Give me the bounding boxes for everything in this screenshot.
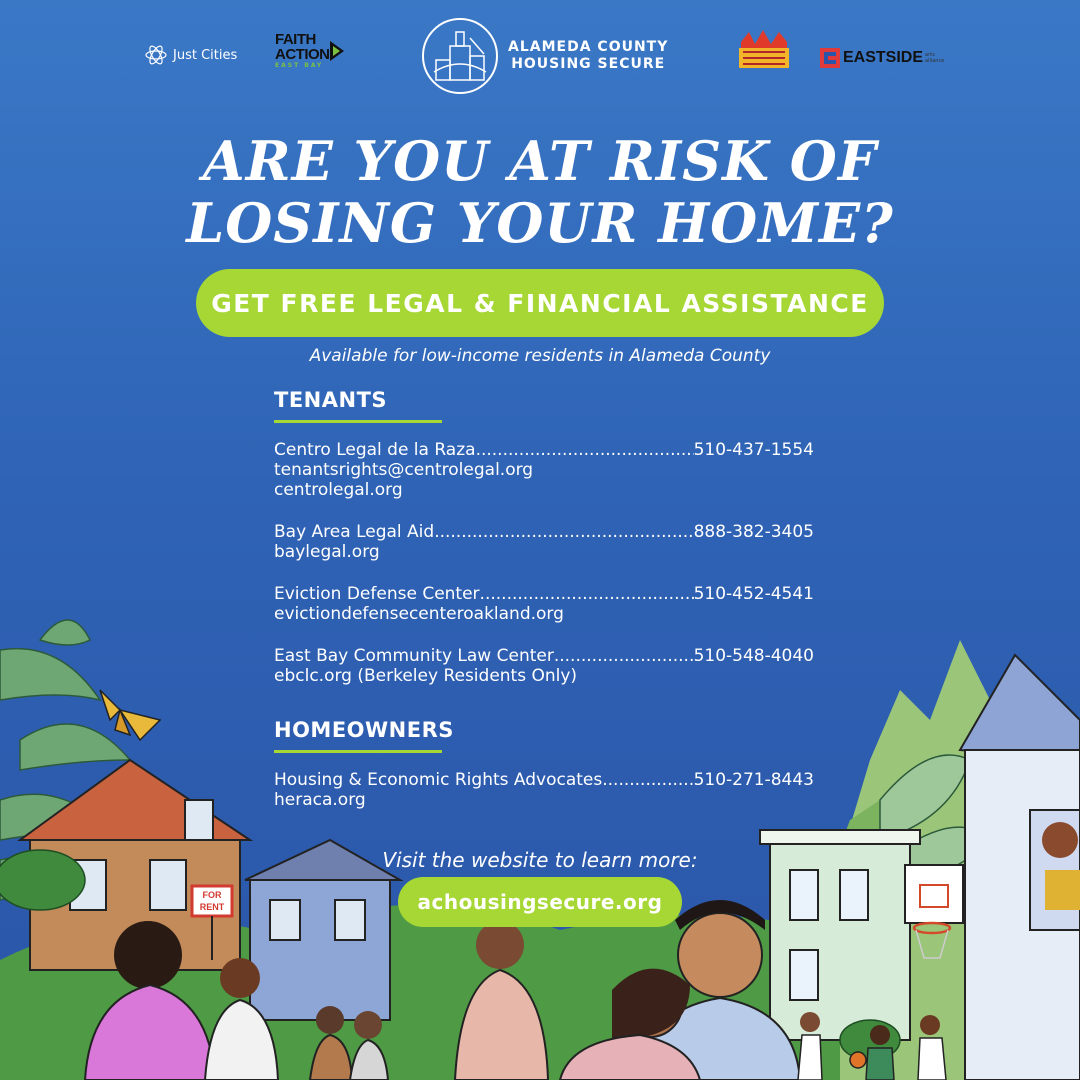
eastside-sub: arts alliance xyxy=(925,52,945,64)
homeowners-heading: HOMEOWNERS xyxy=(274,718,454,742)
headline-line2: LOSING YOUR HOME? xyxy=(186,191,894,255)
headline-line1: ARE YOU AT RISK OF xyxy=(202,129,878,193)
leader-dots: ........................................… xyxy=(434,522,694,542)
resource-entry: Bay Area Legal Aid .....................… xyxy=(274,522,814,562)
website-link[interactable]: baylegal.org xyxy=(274,542,814,562)
atom-icon xyxy=(145,45,167,65)
tenants-underline xyxy=(274,420,442,423)
faith-line1: FAITH xyxy=(275,31,316,48)
org-name: Centro Legal de la Raza xyxy=(274,440,476,460)
eastside-label: EASTSIDE xyxy=(843,49,924,66)
assistance-banner: GET FREE LEGAL & FINANCIAL ASSISTANCE xyxy=(196,269,884,337)
eastside-mark-icon xyxy=(820,48,840,68)
phone-number[interactable]: 510-271-8443 xyxy=(694,770,814,790)
headline: ARE YOU AT RISK OF LOSING YOUR HOME? xyxy=(0,130,1080,254)
website-button[interactable]: achousingsecure.org xyxy=(398,877,682,927)
website-link[interactable]: centrolegal.org xyxy=(274,480,814,500)
leader-dots: ........................................… xyxy=(602,770,694,790)
eastside-logo: EASTSIDE arts alliance xyxy=(820,48,953,68)
butterfly xyxy=(99,689,162,742)
faith-line2: ACTION xyxy=(275,46,330,63)
leader-dots: ........................................… xyxy=(479,584,694,604)
phone-number[interactable]: 888-382-3405 xyxy=(694,522,814,542)
resource-entry: Centro Legal de la Raza ................… xyxy=(274,440,814,500)
city-seal-icon xyxy=(422,18,498,94)
leader-dots: ........................................… xyxy=(475,440,694,460)
faith-in-action-logo: FAITH ACTION EAST BAY xyxy=(275,32,346,69)
phone-number[interactable]: 510-452-4541 xyxy=(694,584,814,604)
tenants-heading: TENANTS xyxy=(274,388,388,412)
website-link[interactable]: evictiondefensecenteroakland.org xyxy=(274,604,814,624)
email-link[interactable]: tenantsrights@centrolegal.org xyxy=(274,460,814,480)
eligibility-note: Available for low-income residents in Al… xyxy=(309,346,771,366)
holding-our-ground-icon xyxy=(739,30,789,68)
just-cities-logo: Just Cities xyxy=(145,44,237,66)
website-link[interactable]: ebclc.org (Berkeley Residents Only) xyxy=(274,666,814,686)
resource-entry: East Bay Community Law Center ..........… xyxy=(274,646,814,686)
holding-our-ground-logo xyxy=(733,28,795,74)
partner-logos: Just Cities FAITH ACTION EAST BAY ALAMED… xyxy=(0,18,1080,98)
just-cities-label: Just Cities xyxy=(173,47,238,63)
resource-entry: Housing & Economic Rights Advocates ....… xyxy=(274,770,814,810)
alameda-county-housing-secure-logo: ALAMEDA COUNTY HOUSING SECURE xyxy=(422,18,668,94)
org-name: Housing & Economic Rights Advocates xyxy=(274,770,603,790)
website-link[interactable]: heraca.org xyxy=(274,790,814,810)
resource-entry: Eviction Defense Center ................… xyxy=(274,584,814,624)
org-name: East Bay Community Law Center xyxy=(274,646,554,666)
faith-sub: EAST BAY xyxy=(275,62,324,69)
phone-number[interactable]: 510-548-4040 xyxy=(694,646,814,666)
poster: FOR RENT Just Cities FAITH ACTION EAST B… xyxy=(0,0,1080,1080)
leader-dots: ........................................… xyxy=(553,646,694,666)
sign-text-for: FOR xyxy=(203,890,222,900)
org-name: Bay Area Legal Aid xyxy=(274,522,435,542)
phone-number[interactable]: 510-437-1554 xyxy=(694,440,814,460)
ach-line2: HOUSING SECURE xyxy=(511,56,666,72)
org-name: Eviction Defense Center xyxy=(274,584,480,604)
sign-text-rent: RENT xyxy=(200,902,225,912)
visit-prompt: Visit the website to learn more: xyxy=(382,848,698,872)
arrow-flag-icon xyxy=(329,40,344,61)
ach-line1: ALAMEDA COUNTY xyxy=(508,39,669,55)
homeowners-underline xyxy=(274,750,442,753)
